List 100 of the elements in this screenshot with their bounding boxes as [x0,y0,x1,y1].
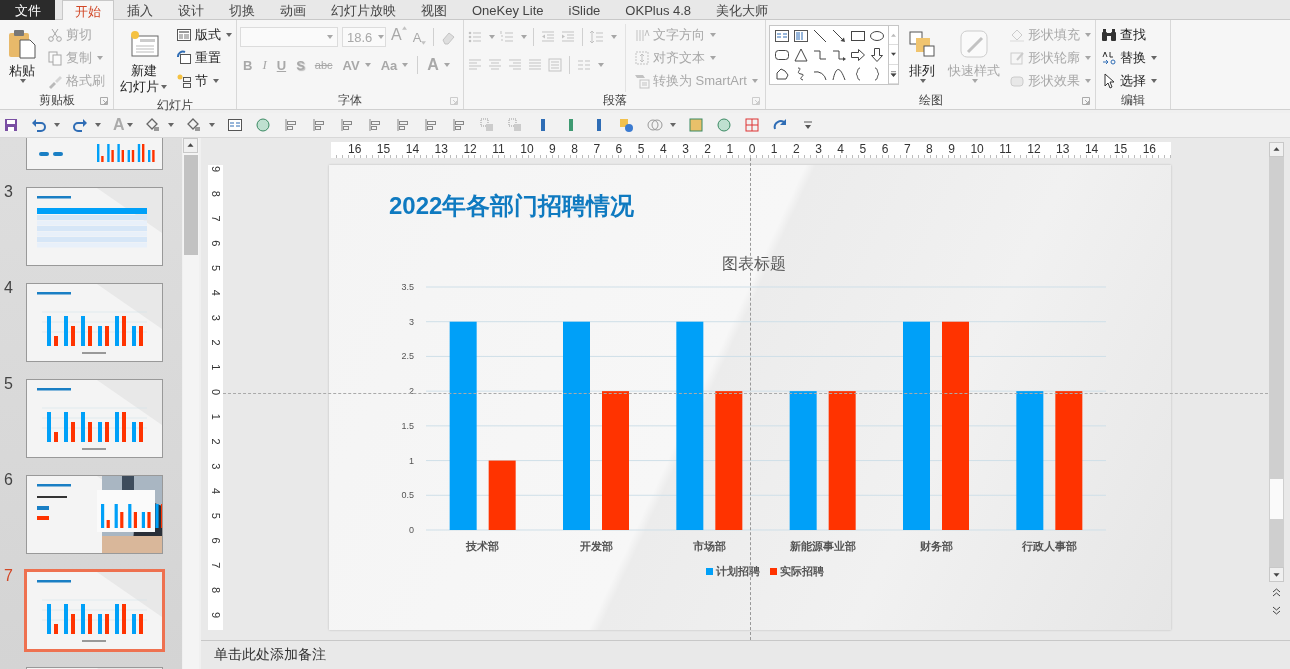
group-label: 段落 [602,92,627,109]
axis-tick-label: 2.5 [401,351,414,362]
ribbon-tab[interactable]: 视图 [409,0,459,20]
triangle-icon[interactable] [792,46,809,63]
caret-icon [669,123,676,127]
ribbon-tab[interactable]: 开始 [62,0,114,21]
ribbon-tab[interactable]: iSlide [556,0,613,20]
align-icon[interactable] [282,117,299,133]
text-box-icon[interactable] [792,27,809,44]
caret-icon [598,63,604,67]
caret-icon [972,79,978,83]
layout-button[interactable]: 版式 [174,24,234,46]
rounded-rectangle-icon [1009,73,1025,89]
ribbon-tab[interactable]: OneKey Lite [460,0,556,20]
ribbon-tab[interactable]: 幻灯片放映 [319,0,408,20]
scrollbar[interactable] [1269,142,1284,582]
caret-icon [443,63,450,67]
shape-icon[interactable] [185,117,202,133]
slide-number: 7 [4,567,13,584]
group-label: 字体 [338,92,362,109]
dialog-launcher-icon[interactable] [1082,97,1090,105]
undo-icon[interactable] [31,117,47,133]
category-label: 财务部 [919,540,953,552]
save-icon[interactable] [3,117,19,133]
slide-thumbnail[interactable] [26,187,163,266]
text-box-icon[interactable] [773,27,790,44]
align-icon[interactable] [338,117,355,133]
scissors-icon [47,27,63,43]
caret-icon [751,79,758,83]
slide-thumbnail[interactable] [26,283,163,362]
line-icon[interactable] [811,27,828,44]
right-arrow-icon[interactable] [849,46,866,63]
ribbon-tab[interactable]: 插入 [115,0,165,20]
align-icon[interactable] [310,117,327,133]
select-button[interactable]: 选择 [1099,70,1159,92]
scroll-up-icon[interactable] [1269,142,1284,157]
align-icon[interactable] [366,117,383,133]
scroll-up-icon[interactable] [183,138,198,153]
reset-button[interactable]: 重置 [174,47,234,69]
circle-icon[interactable] [254,117,271,133]
caret-icon [489,35,495,39]
caret-icon [167,123,174,127]
notes-placeholder: 单击此处添加备注 [214,646,326,664]
ruler-numbers: 16 15 14 13 12 11 10 9 8 7 6 5 4 3 2 1 0 1 2 3 4 5 6 7 8 9 10 11 12 13 14 15 16 [348,142,1156,158]
scroll-thumb[interactable] [1270,479,1283,519]
slide-thumbnail[interactable] [26,379,163,458]
align-icon[interactable] [394,117,411,133]
align-icon[interactable] [450,117,467,133]
caret-icon [421,41,427,45]
caret-icon [213,79,219,83]
slide-thumbnail[interactable] [26,475,163,554]
section-button[interactable]: 节 [174,70,234,92]
shape-icon[interactable] [144,117,161,133]
ribbon-tab[interactable]: 美化大师 [704,0,781,20]
slide-thumbnail[interactable] [24,569,165,652]
ribbon-tab[interactable]: 动画 [268,0,318,20]
group-label: 幻灯片 [157,97,193,114]
axis-tick-label: 3.5 [401,282,414,292]
caret-icon [402,63,409,67]
slide-number: 5 [4,375,13,392]
legend-label: 计划招聘 [716,563,760,579]
circle-icon[interactable] [715,117,732,133]
file-tab[interactable]: 文件 [0,0,55,20]
slide-number: 4 [4,279,13,296]
caret-icon [364,63,371,67]
arrow-icon[interactable] [830,27,847,44]
caret-icon [20,79,26,83]
category-label: 市场部 [692,540,726,552]
circles-icon[interactable] [646,117,663,133]
text-box-icon[interactable] [226,117,243,133]
new-slide-button[interactable]: 新建 幻灯片 [117,24,170,97]
chart-title: 图表标题 [721,254,786,274]
crop-icon[interactable] [743,117,760,133]
group-label: 编辑 [1121,92,1145,109]
diagram-icon [634,73,650,89]
scroll-down-icon[interactable] [1269,567,1284,582]
ribbon-tab[interactable]: 设计 [166,0,216,20]
align-icon[interactable] [422,117,439,133]
notes-pane[interactable]: 单击此处添加备注 [201,640,1290,669]
bar [488,460,516,530]
replace-button[interactable]: 替换 [1099,47,1159,69]
ribbon-tab[interactable]: 切换 [217,0,267,20]
dialog-launcher-icon[interactable] [100,97,108,105]
scrollbar[interactable] [183,138,199,669]
axis-tick-label: 3 [409,316,414,327]
shapes-icon[interactable] [618,117,635,133]
ruler-numbers: 9 8 7 6 5 4 3 2 1 0 1 2 3 4 5 6 7 8 9 [209,166,222,618]
caret-icon [378,35,385,39]
axis-tick-label: 0 [409,525,414,535]
pencil-icon [1009,50,1025,66]
category-label: 新能源事业部 [789,540,856,552]
scroll-thumb[interactable] [184,155,198,255]
redo-icon[interactable] [72,117,88,133]
square-icon[interactable] [687,117,704,133]
paste-button[interactable]: 粘贴 [3,24,41,92]
find-button[interactable]: 查找 [1099,24,1159,46]
ribbon-tab[interactable]: OKPlus 4.8 [613,0,704,20]
group-label: 绘图 [918,92,943,109]
down-arrow-icon[interactable] [868,46,885,63]
arrange-button[interactable]: 排列 [903,24,941,92]
